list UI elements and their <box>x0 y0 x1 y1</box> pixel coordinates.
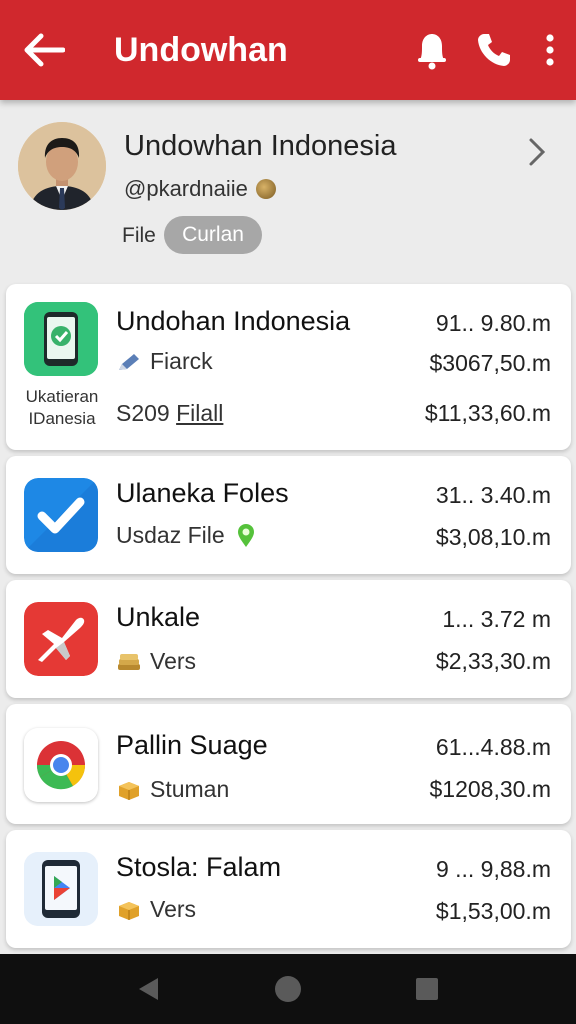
app-title: Undowhan <box>114 30 288 69</box>
system-navigation-bar <box>0 954 576 1024</box>
item-subtitle: Vers <box>150 896 197 922</box>
item-price: $3,08,10.m <box>435 524 551 550</box>
list-item[interactable]: Pallin Suage Stuman 61...4.88.m $1208,30… <box>6 704 571 824</box>
item-title: Undohan Indonesia <box>116 306 351 336</box>
nav-home-button[interactable] <box>268 969 308 1009</box>
item-price: $1208,30.m <box>429 776 551 802</box>
phone-icon <box>478 34 510 66</box>
item-subtitle: Usdaz File <box>116 522 225 548</box>
nav-recents-icon <box>415 978 438 1000</box>
item-title: Ulaneka Foles <box>116 478 289 508</box>
item-price: $3067,50.m <box>429 350 551 376</box>
item-subtitle-row: Vers <box>116 896 196 923</box>
list-item[interactable]: Ulaneka Foles Usdaz File 31.. 3.40.m $3,… <box>6 456 571 574</box>
item-price: $2,33,30.m <box>435 648 551 674</box>
more-vert-icon <box>546 34 554 66</box>
arrow-back-icon <box>24 33 65 67</box>
person-avatar-image <box>18 122 106 210</box>
item-subtitle: Stuman <box>150 776 230 802</box>
profile-handle-row: @pkardnaiie <box>124 176 276 202</box>
item-price-secondary: $11,33,60.m <box>424 400 551 426</box>
file-label: File <box>122 224 156 247</box>
item-size: 91.. 9.80.m <box>435 310 551 336</box>
app-bar: Undowhan <box>0 0 576 100</box>
check-app-icon <box>24 478 98 552</box>
item-extra-link[interactable]: Filall <box>176 400 223 426</box>
phone-app-icon <box>24 302 98 376</box>
item-subtitle-row: Usdaz File <box>116 522 259 549</box>
item-subtitle: Vers <box>150 648 197 674</box>
chrome-app-icon <box>24 728 98 802</box>
icon-caption: Ukatieran IDanesia <box>25 387 99 428</box>
list-item[interactable]: Unkale Vers 1... 3.72 m $2,33,30.m <box>6 580 571 698</box>
item-extra-prefix: S209 <box>116 400 170 426</box>
nav-back-icon <box>139 978 159 1000</box>
nav-home-icon <box>274 976 301 1002</box>
coins-stack-icon <box>118 653 140 670</box>
item-size: 61...4.88.m <box>435 734 551 760</box>
profile-header[interactable]: Undowhan Indonesia @pkardnaiie File Curl… <box>0 100 576 280</box>
pencil-icon <box>119 353 139 370</box>
item-subtitle-row: Stuman <box>116 776 229 803</box>
item-title: Pallin Suage <box>116 730 268 760</box>
item-title: Stosla: Falam <box>116 852 282 882</box>
item-size: 9 ... 9,88.m <box>435 856 551 882</box>
item-title: Unkale <box>116 602 201 632</box>
bell-icon <box>418 34 446 70</box>
nav-recents-button[interactable] <box>407 969 447 1009</box>
box-icon <box>119 901 139 920</box>
status-chip[interactable]: Curlan <box>164 216 262 254</box>
list-item[interactable]: Ukatieran IDanesia Undohan Indonesia Fia… <box>6 284 571 450</box>
location-pin-icon <box>237 523 254 547</box>
profile-handle: @pkardnaiie <box>124 176 248 201</box>
item-size: 1... 3.72 m <box>442 606 551 632</box>
item-subtitle-row: Fiarck <box>116 348 213 375</box>
call-button[interactable] <box>470 20 518 80</box>
notifications-button[interactable] <box>408 20 456 80</box>
chevron-right-icon[interactable] <box>522 134 552 170</box>
item-subtitle-row: Vers <box>116 648 196 675</box>
item-extra: S209 Filall <box>116 400 223 427</box>
item-size: 31.. 3.40.m <box>435 482 551 508</box>
item-subtitle: Fiarck <box>150 348 213 374</box>
box-icon <box>119 781 139 800</box>
avatar[interactable] <box>18 122 106 210</box>
plane-app-icon <box>24 602 98 676</box>
list-item[interactable]: Stosla: Falam Vers 9 ... 9,88.m $1,53,00… <box>6 830 571 948</box>
play-tablet-app-icon <box>24 852 98 926</box>
back-button[interactable] <box>14 20 74 80</box>
item-price: $1,53,00.m <box>435 898 551 924</box>
profile-name: Undowhan Indonesia <box>124 130 397 162</box>
more-options-button[interactable] <box>532 20 568 80</box>
nav-back-button[interactable] <box>129 969 169 1009</box>
badge-icon <box>255 179 276 199</box>
